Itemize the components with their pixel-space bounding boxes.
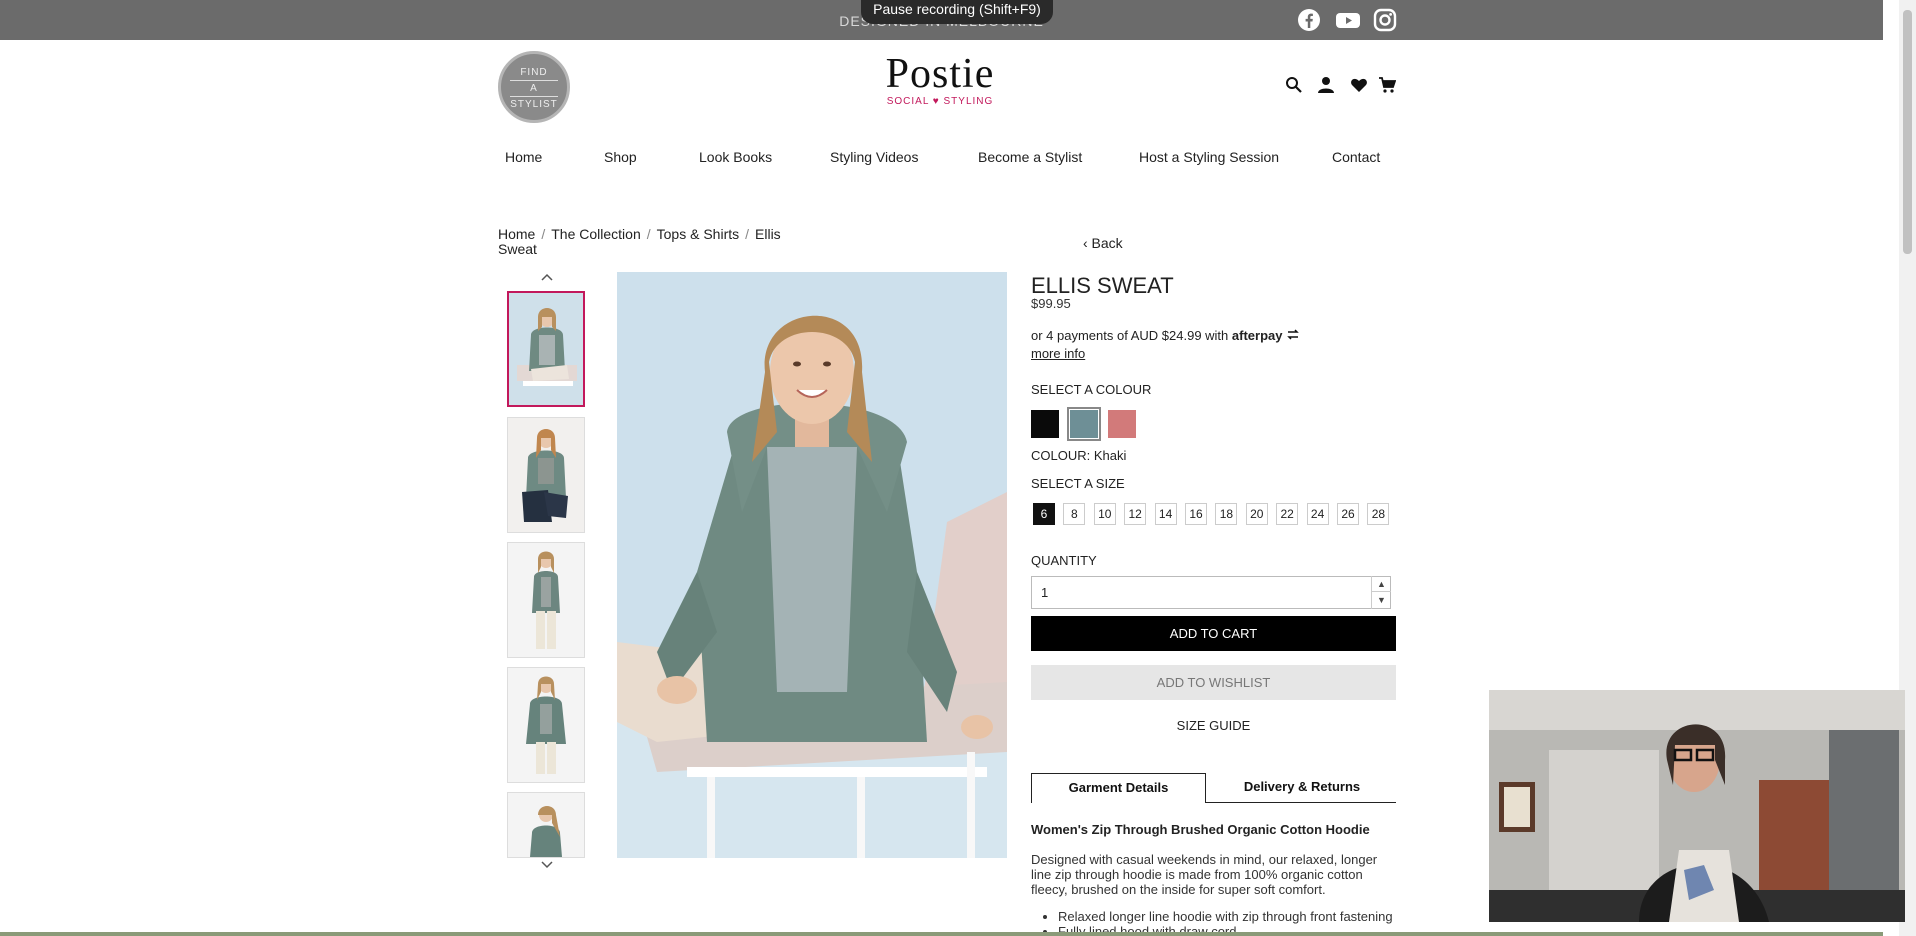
details-title: Women's Zip Through Brushed Organic Cott… bbox=[1031, 822, 1370, 837]
site-logo[interactable]: Postie SOCIAL ♥ STYLING bbox=[860, 52, 1020, 107]
size-option-20[interactable]: 20 bbox=[1245, 503, 1268, 525]
tab-delivery-returns[interactable]: Delivery & Returns bbox=[1208, 773, 1396, 803]
logo-tagline: SOCIAL ♥ STYLING bbox=[886, 96, 994, 107]
breadcrumb-the-collection[interactable]: The Collection bbox=[551, 226, 641, 242]
webcam-overlay[interactable] bbox=[1489, 690, 1905, 922]
afterpay-arrows-icon bbox=[1287, 329, 1299, 340]
add-to-wishlist-button[interactable]: ADD TO WISHLIST bbox=[1031, 665, 1396, 700]
afterpay-logo: afterpay bbox=[1231, 328, 1283, 343]
size-option-12[interactable]: 12 bbox=[1124, 503, 1147, 525]
find-a-stylist-button[interactable]: FIND A STYLIST bbox=[498, 51, 570, 123]
thumbnail-image-3 bbox=[508, 543, 584, 657]
thumbnail-image-1 bbox=[509, 293, 583, 405]
colour-swatch-black[interactable] bbox=[1031, 410, 1059, 438]
nav-styling-videos[interactable]: Styling Videos bbox=[830, 149, 918, 165]
scrollbar-thumb[interactable] bbox=[1903, 10, 1912, 254]
list-item: Relaxed longer line hoodie with zip thro… bbox=[1058, 909, 1400, 924]
thumbnail-4[interactable] bbox=[507, 667, 585, 783]
size-option-6[interactable]: 6 bbox=[1033, 503, 1055, 525]
colour-swatch-khaki[interactable] bbox=[1067, 407, 1101, 441]
chevron-down-icon[interactable] bbox=[541, 861, 553, 869]
breadcrumb-tops-shirts[interactable]: Tops & Shirts bbox=[657, 226, 739, 242]
heart-icon[interactable] bbox=[1350, 76, 1368, 94]
nav-host-a-styling-session[interactable]: Host a Styling Session bbox=[1139, 149, 1279, 165]
quantity-input[interactable]: 1 bbox=[1031, 576, 1391, 609]
size-option-22[interactable]: 22 bbox=[1276, 503, 1299, 525]
add-to-cart-button[interactable]: ADD TO CART bbox=[1031, 616, 1396, 651]
thumbnail-image-4 bbox=[508, 668, 584, 782]
thumbnail-2[interactable] bbox=[507, 417, 585, 533]
quantity-decrement[interactable]: ▼ bbox=[1372, 592, 1391, 608]
thumbnail-image-2 bbox=[508, 418, 584, 532]
facebook-icon[interactable] bbox=[1297, 8, 1321, 32]
chevron-up-icon[interactable] bbox=[541, 273, 553, 281]
nav-home[interactable]: Home bbox=[505, 149, 542, 165]
afterpay-text: or 4 payments of AUD $24.99 with bbox=[1031, 328, 1229, 343]
thumbnail-image-5 bbox=[508, 793, 584, 857]
select-colour-label: SELECT A COLOUR bbox=[1031, 382, 1152, 397]
thumbnail-5[interactable] bbox=[507, 792, 585, 858]
size-option-16[interactable]: 16 bbox=[1185, 503, 1207, 525]
webcam-video bbox=[1489, 690, 1905, 922]
size-option-24[interactable]: 24 bbox=[1306, 503, 1329, 525]
select-size-label: SELECT A SIZE bbox=[1031, 476, 1125, 491]
colour-swatch-rose[interactable] bbox=[1108, 410, 1136, 438]
stylist-badge-line-3: STYLIST bbox=[510, 99, 558, 110]
thumbnail-1[interactable] bbox=[507, 291, 585, 407]
stylist-badge-line-2: A bbox=[530, 83, 538, 94]
more-info-link[interactable]: more info bbox=[1031, 346, 1085, 361]
thumbnail-3[interactable] bbox=[507, 542, 585, 658]
size-option-28[interactable]: 28 bbox=[1367, 503, 1390, 525]
search-icon[interactable] bbox=[1285, 76, 1303, 94]
afterpay-info: or 4 payments of AUD $24.99 with afterpa… bbox=[1031, 328, 1300, 343]
instagram-icon[interactable] bbox=[1373, 8, 1397, 32]
product-photo bbox=[617, 272, 1007, 858]
quantity-increment[interactable]: ▲ bbox=[1372, 576, 1391, 592]
breadcrumb: Home / The Collection / Tops & Shirts / Ellis … bbox=[498, 226, 781, 257]
stylist-badge-line-1: FIND bbox=[520, 67, 548, 78]
page: DESIGNED IN MELBOURNE Pause recording (S… bbox=[0, 0, 1916, 936]
quantity-stepper[interactable]: ▲ ▼ bbox=[1371, 576, 1391, 609]
cart-icon[interactable] bbox=[1378, 76, 1396, 94]
size-option-18[interactable]: 18 bbox=[1215, 503, 1238, 525]
nav-contact[interactable]: Contact bbox=[1332, 149, 1380, 165]
tab-garment-details[interactable]: Garment Details bbox=[1031, 773, 1206, 803]
pause-recording-button[interactable]: Pause recording (Shift+F9) bbox=[861, 0, 1053, 24]
size-option-14[interactable]: 14 bbox=[1154, 503, 1177, 525]
product-price: $99.95 bbox=[1031, 296, 1071, 311]
breadcrumb-home[interactable]: Home bbox=[498, 226, 535, 242]
page-bottom-border bbox=[0, 932, 1883, 936]
nav-look-books[interactable]: Look Books bbox=[699, 149, 772, 165]
nav-shop[interactable]: Shop bbox=[604, 149, 637, 165]
quantity-label: QUANTITY bbox=[1031, 553, 1097, 568]
size-guide-link[interactable]: SIZE GUIDE bbox=[1031, 718, 1396, 733]
youtube-icon[interactable] bbox=[1335, 8, 1361, 32]
main-product-image[interactable] bbox=[617, 272, 1007, 858]
back-link[interactable]: ‹ Back bbox=[1083, 235, 1123, 251]
size-option-8[interactable]: 8 bbox=[1063, 503, 1086, 525]
details-body: Designed with casual weekends in mind, o… bbox=[1031, 852, 1378, 897]
colour-display: COLOUR: Khaki bbox=[1031, 448, 1127, 463]
nav-become-a-stylist[interactable]: Become a Stylist bbox=[978, 149, 1082, 165]
account-icon[interactable] bbox=[1317, 76, 1335, 94]
size-option-10[interactable]: 10 bbox=[1093, 503, 1116, 525]
logo-wordmark: Postie bbox=[885, 51, 995, 97]
size-option-26[interactable]: 26 bbox=[1337, 503, 1359, 525]
